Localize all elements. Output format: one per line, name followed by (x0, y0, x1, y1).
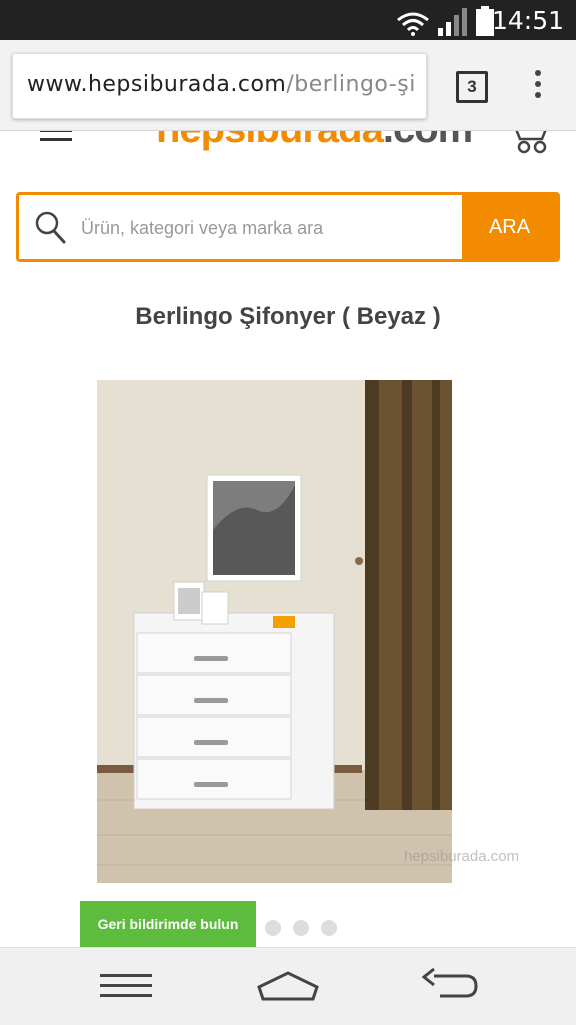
carousel-dot[interactable] (265, 920, 281, 936)
product-title: Berlingo Şifonyer ( Beyaz ) (135, 303, 441, 330)
logo-main: hepsiburada (156, 131, 384, 151)
image-watermark: hepsiburada.com (404, 848, 520, 865)
signal-icon (438, 8, 467, 36)
product-image[interactable] (97, 380, 452, 883)
logo-suffix: .com (383, 131, 473, 151)
status-icons (396, 6, 494, 36)
navigation-bar (0, 947, 576, 1025)
overflow-menu-icon[interactable] (532, 70, 544, 104)
carousel-dot[interactable] (321, 920, 337, 936)
menu-nav-icon[interactable] (100, 972, 152, 1000)
address-bar[interactable]: www.hepsiburada.com/berlingo-şi (12, 53, 427, 119)
search-icon (35, 211, 66, 244)
carousel-dot[interactable] (293, 920, 309, 936)
back-icon[interactable] (420, 968, 480, 1004)
url-path: /berlingo-şi (286, 72, 416, 97)
site-header: hepsiburada.com (0, 131, 576, 171)
site-logo[interactable]: hepsiburada.com (156, 131, 473, 152)
status-bar: 14:51 (0, 0, 576, 40)
browser-toolbar: www.hepsiburada.com/berlingo-şi 3 (0, 40, 576, 131)
image-carousel-dots (265, 920, 337, 936)
feedback-button[interactable]: Geri bildirimde bulun (80, 901, 256, 947)
search-input[interactable] (79, 207, 463, 249)
wifi-icon (397, 12, 429, 36)
search-button[interactable]: ARA (462, 195, 557, 259)
cart-icon[interactable] (514, 131, 552, 155)
tab-switcher-button[interactable]: 3 (456, 71, 488, 103)
status-time: 14:51 (491, 6, 564, 35)
menu-icon[interactable] (40, 131, 72, 143)
url-host: www.hepsiburada.com (27, 72, 287, 97)
url-text[interactable]: www.hepsiburada.com/berlingo-şi (27, 72, 416, 97)
home-icon[interactable] (256, 970, 320, 1002)
search-bar: ARA (16, 192, 560, 262)
